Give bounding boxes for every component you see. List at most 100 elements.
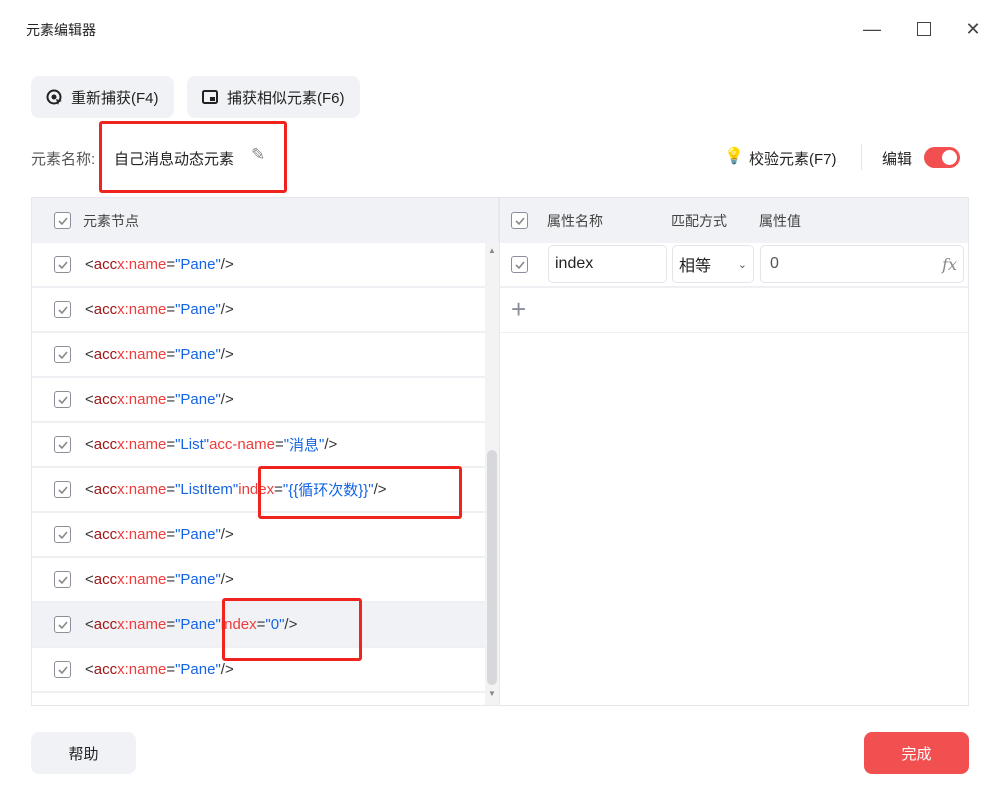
node-tag: acc <box>93 256 118 273</box>
tag-open: < <box>85 526 94 543</box>
add-attribute-button[interactable]: + <box>500 288 968 333</box>
capture-similar-button[interactable]: 捕获相似元素(F6) <box>187 76 360 118</box>
tag-open: < <box>85 391 94 408</box>
tag-open: < <box>85 571 94 588</box>
tag-open: < <box>85 481 94 498</box>
equals: = <box>166 346 176 363</box>
scroll-up-icon[interactable]: ▲ <box>488 246 496 255</box>
select-all-nodes-checkbox[interactable] <box>54 212 71 229</box>
title-bar: 元素编辑器 — ✕ <box>0 0 1000 58</box>
tree-node-row[interactable]: < acc x:name = " Pane " /> <box>32 558 486 603</box>
tree-node-row[interactable]: < acc x:name = " Pane " /> <box>32 333 486 378</box>
node-tag: acc <box>93 571 118 588</box>
tree-node-row[interactable]: < acc x:name = " Pane " /> <box>32 648 486 693</box>
attr-name: x:name <box>117 481 167 498</box>
attribute-name-value: index <box>555 255 594 272</box>
attr-value: List <box>180 436 204 453</box>
attr-value: ListItem <box>180 481 233 498</box>
equals: = <box>166 526 176 543</box>
tag-open: < <box>85 436 94 453</box>
help-button[interactable]: 帮助 <box>31 732 136 774</box>
minimize-icon[interactable]: — <box>857 16 887 42</box>
node-checkbox[interactable] <box>54 436 71 453</box>
node-tag: acc <box>93 616 118 633</box>
equals: = <box>166 571 176 588</box>
node-checkbox[interactable] <box>54 571 71 588</box>
node-checkbox[interactable] <box>54 256 71 273</box>
attribute-checkbox[interactable] <box>511 256 528 273</box>
tag-open: < <box>85 301 94 318</box>
done-button[interactable]: 完成 <box>864 732 969 774</box>
equals: = <box>166 256 176 273</box>
attr-value: Pane <box>180 346 216 363</box>
tree-node-row[interactable]: < acc x:name = " Pane " /> <box>32 513 486 558</box>
tag-open: < <box>85 616 94 633</box>
node-tag: acc <box>93 301 118 318</box>
tree-node-row[interactable]: < acc x:name = " Pane " /> <box>32 243 486 288</box>
attr-value: Pane <box>180 301 216 318</box>
attribute-name-input[interactable]: index <box>548 245 667 283</box>
tag-close: /> <box>220 391 234 408</box>
attr-name: acc-name <box>209 436 275 453</box>
tag-close: /> <box>220 301 234 318</box>
equals: = <box>274 436 284 453</box>
node-tag: acc <box>93 661 118 678</box>
match-mode-value: 相等 <box>679 258 712 275</box>
equals: = <box>274 481 283 498</box>
node-tag: acc <box>93 346 118 363</box>
window-title: 元素编辑器 <box>26 22 96 38</box>
tree-node-row[interactable]: < acc x:name = " List " acc-name = " 消息 " /> <box>32 423 486 468</box>
tree-node-row[interactable]: < acc x:name = " Pane " /> <box>32 288 486 333</box>
chevron-down-icon: ⌄ <box>737 258 747 271</box>
validate-element-button[interactable]: 校验元素(F7) <box>749 148 837 169</box>
node-checkbox[interactable] <box>54 346 71 363</box>
tag-close: /> <box>373 481 387 498</box>
attr-name: x:name <box>117 526 167 543</box>
equals: = <box>166 481 176 498</box>
attr-name: x:name <box>117 391 167 408</box>
lightbulb-icon: 💡 <box>724 148 744 165</box>
attr-value: Pane <box>180 391 216 408</box>
select-all-attributes-checkbox[interactable] <box>511 212 528 229</box>
attr-name: x:name <box>117 571 167 588</box>
attr-value-header: 属性值 <box>759 212 801 229</box>
node-checkbox[interactable] <box>54 481 71 498</box>
attr-name: x:name <box>117 436 167 453</box>
attribute-value: 0 <box>770 255 779 272</box>
tree-node-row[interactable]: < acc x:name = " Pane " index = " 0 " /> <box>32 603 486 648</box>
tag-open: < <box>85 256 94 273</box>
scroll-down-icon[interactable]: ▼ <box>488 689 496 698</box>
tag-close: /> <box>284 616 298 633</box>
fx-icon[interactable]: fx <box>942 255 957 274</box>
element-name-value: 自己消息动态元素 <box>114 151 235 168</box>
tree-node-row[interactable]: < acc x:name = " Pane " /> <box>32 378 486 423</box>
node-checkbox[interactable] <box>54 301 71 318</box>
tree-node-row[interactable]: < acc x:name = " ListItem " index = " {{循环次数}} " … <box>32 468 486 513</box>
divider <box>861 144 862 170</box>
node-checkbox[interactable] <box>54 526 71 543</box>
recapture-button[interactable]: 重新捕获(F4) <box>31 76 174 118</box>
tree-scrollbar-thumb[interactable] <box>487 450 497 685</box>
attribute-value-input[interactable]: 0 fx <box>760 245 964 283</box>
attr-name: x:name <box>117 346 167 363</box>
node-checkbox[interactable] <box>54 661 71 678</box>
attr-value: Pane <box>180 661 216 678</box>
tag-close: /> <box>220 661 234 678</box>
tag-close: /> <box>220 526 234 543</box>
attr-name: index <box>238 481 275 498</box>
maximize-icon[interactable] <box>909 16 939 42</box>
node-checkbox[interactable] <box>54 391 71 408</box>
close-icon[interactable]: ✕ <box>958 16 988 42</box>
node-tag: acc <box>93 526 118 543</box>
tag-open: < <box>85 346 94 363</box>
tag-open: < <box>85 661 94 678</box>
node-checkbox[interactable] <box>54 616 71 633</box>
tree-header: 元素节点 <box>83 212 139 229</box>
equals: = <box>256 616 266 633</box>
edit-name-pencil-icon[interactable]: ✎ <box>251 145 265 165</box>
recapture-label: 重新捕获(F4) <box>71 89 159 107</box>
edit-toggle[interactable] <box>924 147 960 168</box>
equals: = <box>166 616 176 633</box>
match-mode-select[interactable]: 相等 ⌄ <box>672 245 754 283</box>
attr-value: Pane <box>180 256 216 273</box>
